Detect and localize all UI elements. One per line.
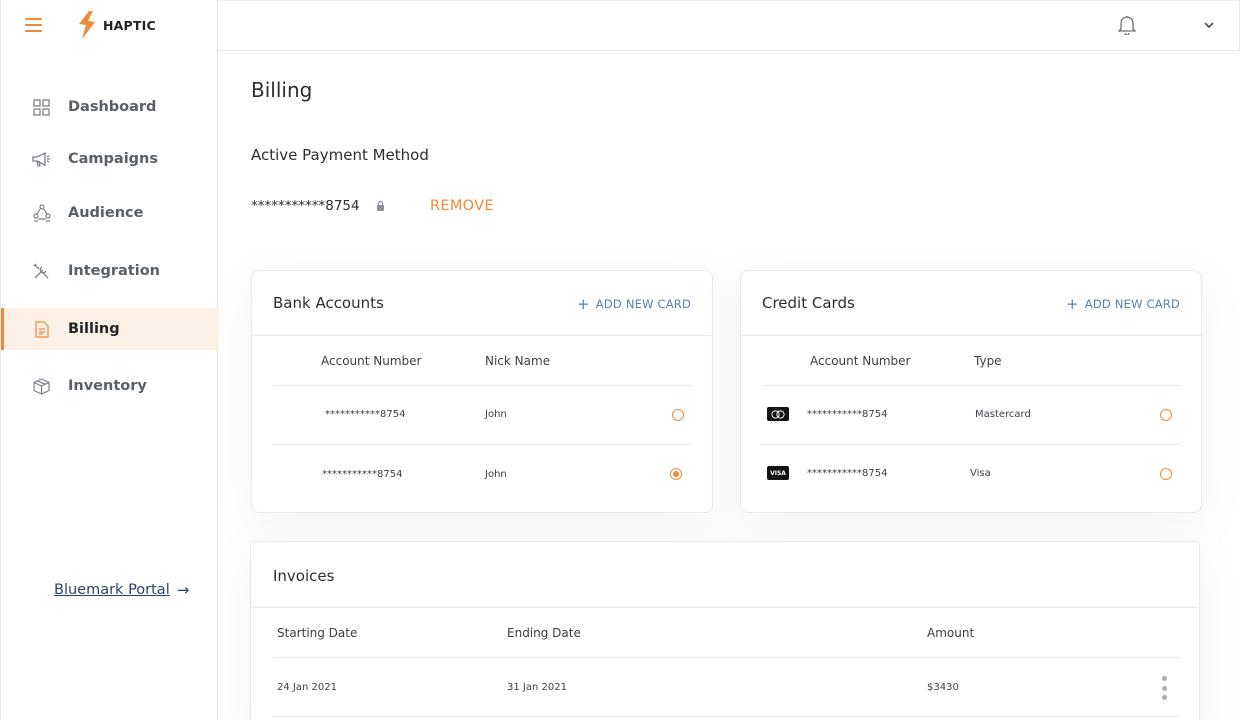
- card-divider: [251, 607, 1199, 608]
- plus-icon: +: [577, 295, 590, 313]
- card-row-type: Visa: [970, 468, 991, 479]
- invoice-row-amount: $3430: [927, 682, 959, 693]
- bank-row-account: ***********8754: [325, 409, 406, 420]
- bank-row-radio[interactable]: [672, 409, 684, 421]
- grid-icon: [32, 98, 51, 117]
- sidebar-item-billing[interactable]: Billing: [1, 308, 218, 350]
- megaphone-icon: [32, 150, 51, 169]
- column-header-nick-name: Nick Name: [485, 354, 551, 368]
- sidebar-item-label: Billing: [68, 321, 120, 337]
- page-title: Billing: [251, 78, 313, 102]
- invoices-card: Invoices Starting Date Ending Date Amoun…: [250, 541, 1200, 720]
- card-row-radio[interactable]: [1160, 468, 1172, 480]
- top-header: [218, 0, 1240, 51]
- add-bank-card-button[interactable]: + ADD NEW CARD: [577, 295, 691, 313]
- column-header-account-number: Account Number: [810, 354, 911, 368]
- plus-icon: +: [1066, 295, 1079, 313]
- hamburger-menu-icon[interactable]: [25, 18, 42, 32]
- sidebar-item-label: Audience: [68, 205, 144, 221]
- chevron-down-icon[interactable]: [1203, 18, 1215, 32]
- sidebar-item-integration[interactable]: Integration: [1, 250, 218, 292]
- card-divider: [252, 335, 712, 336]
- sidebar-item-audience[interactable]: Audience: [1, 192, 218, 234]
- box-icon: [32, 377, 51, 396]
- bank-accounts-title: Bank Accounts: [273, 294, 384, 312]
- column-header-ending-date: Ending Date: [507, 626, 581, 640]
- column-header-amount: Amount: [927, 626, 975, 640]
- people-network-icon: [32, 204, 51, 223]
- bank-accounts-card: Bank Accounts + ADD NEW CARD Account Num…: [251, 270, 713, 513]
- add-card-label: ADD NEW CARD: [595, 297, 692, 311]
- card-row-type: Mastercard: [975, 409, 1031, 420]
- arrow-right-icon: →: [176, 581, 190, 599]
- sidebar-item-campaigns[interactable]: Campaigns: [1, 138, 218, 180]
- document-icon: [32, 320, 51, 339]
- bank-row-radio-selected[interactable]: [670, 468, 682, 480]
- bluemark-portal-link[interactable]: Bluemark Portal →: [54, 581, 189, 599]
- invoice-row-end: 31 Jan 2021: [507, 682, 567, 693]
- active-payment-number: ***********8754: [251, 198, 360, 214]
- column-header-type: Type: [974, 354, 1002, 368]
- bank-row-nick: John: [485, 409, 507, 420]
- sidebar-item-inventory[interactable]: Inventory: [1, 365, 218, 407]
- sidebar-item-dashboard[interactable]: Dashboard: [1, 86, 218, 128]
- tools-icon: [32, 262, 51, 281]
- active-payment-title: Active Payment Method: [251, 146, 429, 164]
- card-row-radio[interactable]: [1160, 409, 1172, 421]
- bank-row-nick: John: [485, 469, 507, 480]
- add-card-label: ADD NEW CARD: [1084, 297, 1181, 311]
- card-row-account: ***********8754: [807, 468, 888, 479]
- mastercard-icon: [767, 407, 789, 421]
- bank-row-account: ***********8754: [322, 469, 403, 480]
- portal-link-label: Bluemark Portal: [54, 582, 170, 598]
- row-divider: [762, 385, 1181, 386]
- invoices-title: Invoices: [273, 567, 335, 585]
- add-credit-card-button[interactable]: + ADD NEW CARD: [1066, 295, 1180, 313]
- logo[interactable]: HAPTIC: [76, 11, 156, 39]
- row-divider: [273, 385, 692, 386]
- card-divider: [741, 335, 1201, 336]
- sidebar-item-label: Integration: [68, 263, 160, 279]
- brand-name: HAPTIC: [103, 17, 156, 33]
- bell-icon[interactable]: [1118, 15, 1136, 35]
- column-header-account-number: Account Number: [321, 354, 422, 368]
- bolt-logo-icon: [79, 11, 95, 39]
- column-header-starting-date: Starting Date: [277, 626, 358, 640]
- sidebar: HAPTIC Dashboard Campaigns Audience Inte…: [0, 0, 218, 720]
- credit-cards-card: Credit Cards + ADD NEW CARD Account Numb…: [740, 270, 1202, 513]
- lock-icon: [377, 200, 384, 211]
- row-divider: [273, 444, 692, 445]
- sidebar-item-label: Dashboard: [68, 99, 157, 115]
- credit-cards-title: Credit Cards: [762, 294, 855, 312]
- row-divider: [273, 716, 1180, 717]
- more-options-icon[interactable]: [1161, 676, 1167, 700]
- row-divider: [762, 444, 1181, 445]
- row-divider: [273, 657, 1180, 658]
- sidebar-item-label: Inventory: [68, 378, 147, 394]
- remove-payment-button[interactable]: REMOVE: [430, 198, 494, 214]
- invoice-row-start: 24 Jan 2021: [277, 682, 337, 693]
- card-row-account: ***********8754: [807, 409, 888, 420]
- sidebar-item-label: Campaigns: [68, 151, 159, 167]
- visa-icon: VISA: [767, 466, 789, 480]
